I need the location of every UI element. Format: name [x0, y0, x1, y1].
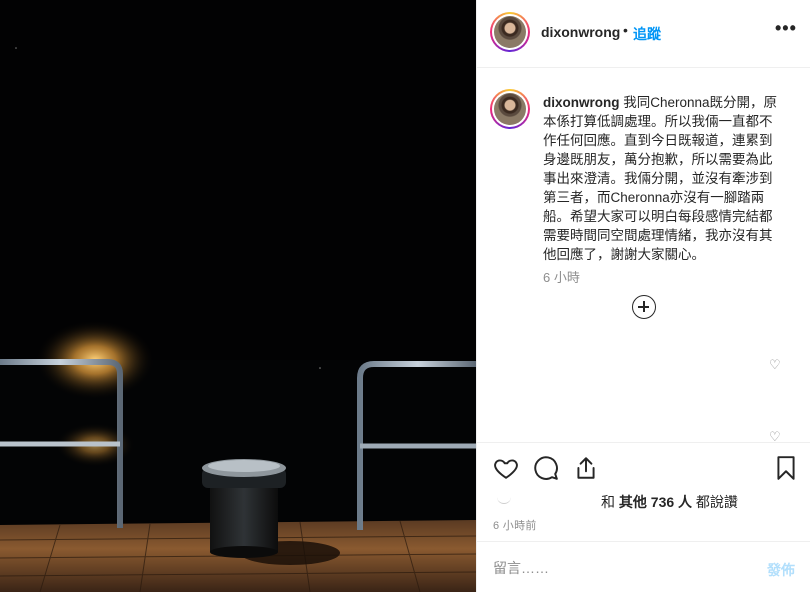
- caption-avatar[interactable]: [490, 89, 530, 129]
- likes-prefix: 和: [601, 494, 615, 510]
- likes-suffix: 都說讚: [695, 494, 738, 510]
- caption-username-link[interactable]: dixonwrong: [543, 95, 620, 110]
- comment-like-heart-icon[interactable]: ♡: [769, 429, 781, 442]
- comments-area[interactable]: dixonwrong 我同Cheronna既分開，原本係打算低調處理。所以我倆一…: [477, 69, 810, 442]
- night-pier-image: [0, 0, 476, 592]
- avatar[interactable]: [490, 12, 530, 52]
- load-more-comments-icon[interactable]: [632, 295, 656, 319]
- post-actions-bar: [477, 442, 810, 492]
- avatar-photo: [494, 16, 526, 48]
- username-link[interactable]: dixonwrong: [541, 24, 620, 40]
- comment-bubble-icon[interactable]: [533, 455, 559, 481]
- like-heart-icon[interactable]: [493, 455, 519, 481]
- post-photo[interactable]: [0, 0, 476, 592]
- post-timestamp[interactable]: 6 小時前: [493, 517, 537, 533]
- more-options-icon[interactable]: •••: [775, 18, 797, 39]
- post-side-panel: dixonwrong • 追蹤 ••• dixonwrong 我同Cheronn…: [476, 0, 810, 592]
- share-icon[interactable]: [573, 455, 599, 481]
- post-header: dixonwrong • 追蹤 •••: [477, 0, 810, 68]
- liker-avatar-stub: [497, 494, 511, 504]
- likes-summary[interactable]: 和 其他 736 人 都說讚: [601, 492, 738, 512]
- follow-button[interactable]: 追蹤: [633, 24, 661, 44]
- caption-text: 我同Cheronna既分開，原本係打算低調處理。所以我倆一直都不作任何回應。直到…: [543, 95, 778, 262]
- separator-dot: •: [623, 22, 628, 38]
- avatar-photo: [494, 93, 526, 125]
- comment-like-heart-icon[interactable]: ♡: [769, 357, 781, 373]
- comment-form: 發佈: [477, 541, 810, 592]
- comment-input[interactable]: [493, 558, 743, 578]
- post-comment-button[interactable]: 發佈: [767, 560, 795, 580]
- likes-count-link[interactable]: 其他 736 人: [619, 494, 692, 510]
- caption-timestamp[interactable]: 6 小時: [543, 267, 580, 286]
- bookmark-icon[interactable]: [773, 455, 799, 481]
- post-caption: dixonwrong 我同Cheronna既分開，原本係打算低調處理。所以我倆一…: [543, 93, 783, 264]
